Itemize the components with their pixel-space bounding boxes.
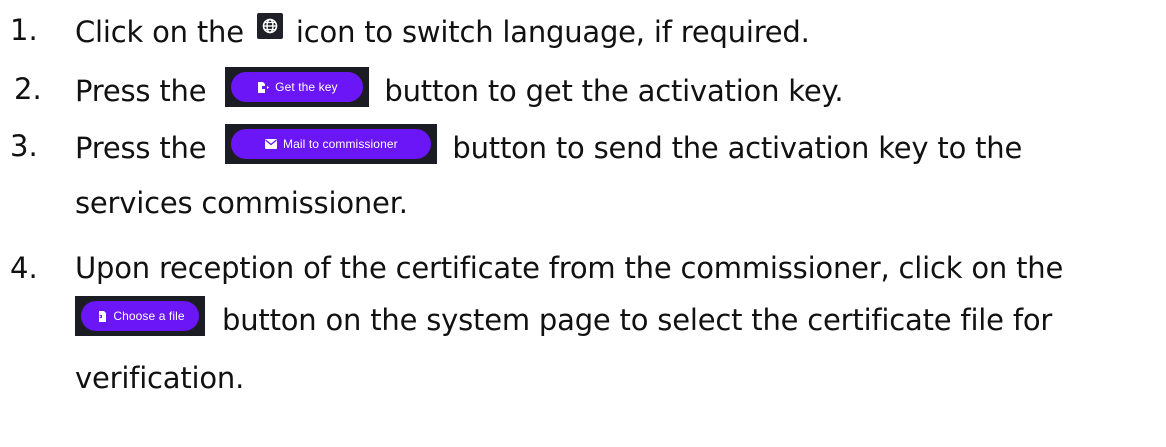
step-2-text-after: button to get the activation key. [384,74,844,108]
step-4-text-after: button on the system page to select the … [222,303,1053,337]
get-the-key-button-image: Get the key [225,67,370,107]
choose-a-file-button-image: Choose a file [75,296,205,336]
envelope-icon [265,139,278,149]
step-number: 1. [10,13,38,47]
step-1-text-after: icon to switch language, if required. [295,15,810,49]
step-1-line: Click on the icon to switch language, if… [75,10,810,52]
step-1-text-before: Click on the [75,15,244,49]
step-number: 2. [14,72,42,106]
step-3-line: Press the Mail to commissioner button to… [75,124,1023,168]
step-number: 3. [10,129,38,163]
step-4-text-before: Upon reception of the certificate from t… [75,251,1064,285]
choose-a-file-button[interactable]: Choose a file [81,301,199,331]
instruction-list: 1. Click on the icon to switch language,… [0,0,1166,447]
step-4-button-line: Choose a file button on the system page … [75,296,1053,340]
step-3-text-after: button to send the activation key to the [452,131,1023,165]
button-label: Choose a file [113,309,185,323]
step-2-text-before: Press the [75,74,207,108]
file-export-icon [258,81,270,93]
file-import-icon [95,310,107,322]
mail-to-commissioner-button[interactable]: Mail to commissioner [231,129,432,159]
globe-icon [256,13,283,39]
mail-to-commissioner-button-image: Mail to commissioner [225,124,438,164]
step-3-continuation: services commissioner. [75,186,408,220]
get-the-key-button[interactable]: Get the key [231,72,364,102]
step-2-line: Press the Get the key button to get the … [75,67,844,111]
step-4-continuation: verification. [75,361,245,395]
step-3-text-before: Press the [75,131,207,165]
button-label: Get the key [275,80,338,94]
button-label: Mail to commissioner [283,137,398,151]
step-number: 4. [10,251,38,285]
